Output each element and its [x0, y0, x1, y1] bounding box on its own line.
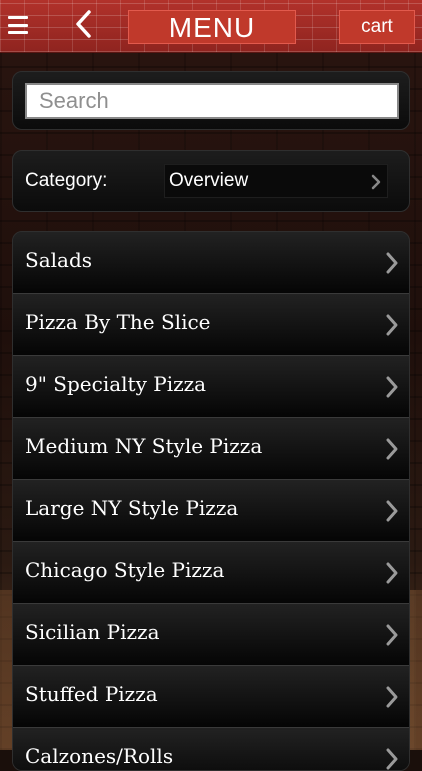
list-item-label: Salads	[25, 248, 93, 272]
chevron-right-icon	[386, 376, 398, 398]
list-item-label: Chicago Style Pizza	[25, 558, 225, 582]
list-item-label: Large NY Style Pizza	[25, 496, 239, 520]
search-panel	[12, 71, 410, 130]
list-item[interactable]: Stuffed Pizza	[13, 666, 409, 728]
list-item-label: Stuffed Pizza	[25, 682, 158, 706]
list-item[interactable]: Large NY Style Pizza	[13, 480, 409, 542]
category-label: Category:	[25, 170, 108, 191]
list-item-label: Pizza By The Slice	[25, 310, 211, 334]
chevron-right-icon	[386, 500, 398, 522]
search-input[interactable]	[25, 83, 399, 119]
chevron-right-icon	[386, 438, 398, 460]
chevron-right-icon	[386, 686, 398, 708]
category-selected-value: Overview	[169, 170, 249, 191]
list-item[interactable]: 9" Specialty Pizza	[13, 356, 409, 418]
list-item[interactable]: Salads	[13, 232, 409, 294]
page-title: MENU	[128, 10, 296, 44]
cart-button[interactable]: cart	[339, 10, 415, 44]
hamburger-icon[interactable]	[8, 16, 28, 34]
chevron-left-icon[interactable]	[72, 9, 96, 39]
chevron-right-icon	[386, 252, 398, 274]
category-select[interactable]: Overview	[164, 164, 388, 198]
chevron-right-icon	[386, 314, 398, 336]
category-panel: Category: Overview	[12, 150, 410, 212]
list-item[interactable]: Chicago Style Pizza	[13, 542, 409, 604]
list-item[interactable]: Pizza By The Slice	[13, 294, 409, 356]
list-item-label: Medium NY Style Pizza	[25, 434, 263, 458]
menu-category-list: Salads Pizza By The Slice 9" Specialty P…	[12, 231, 410, 771]
chevron-right-icon	[371, 174, 381, 190]
list-item-label: 9" Specialty Pizza	[25, 372, 207, 396]
list-item[interactable]: Medium NY Style Pizza	[13, 418, 409, 480]
chevron-right-icon	[386, 562, 398, 584]
list-item-label: Sicilian Pizza	[25, 620, 160, 644]
list-item[interactable]: Sicilian Pizza	[13, 604, 409, 666]
chevron-right-icon	[386, 624, 398, 646]
header-bar: MENU cart	[0, 0, 422, 53]
list-item-label: Calzones/Rolls	[25, 744, 174, 768]
chevron-right-icon	[386, 748, 398, 770]
